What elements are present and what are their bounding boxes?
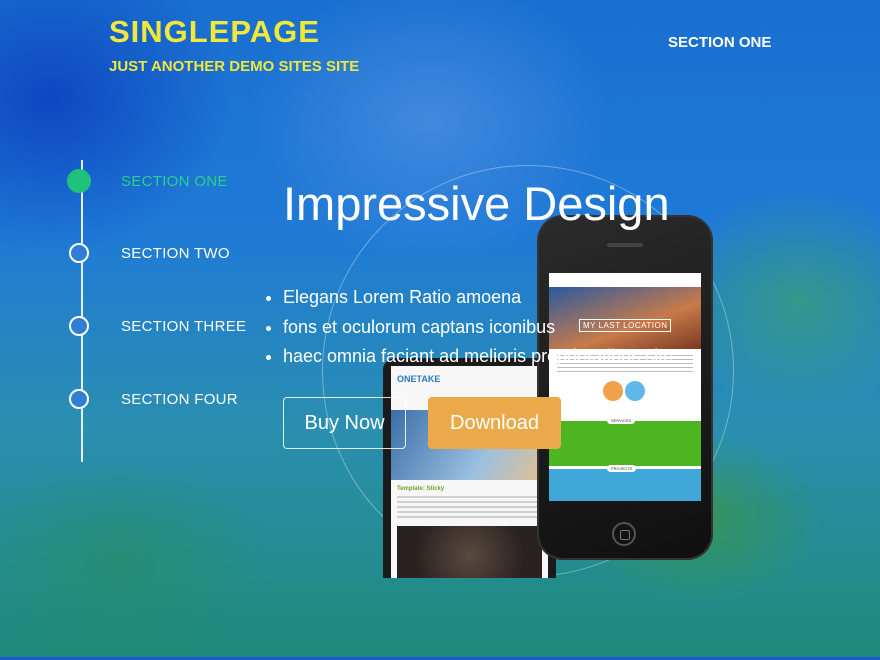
phone-services-label: SERVICES	[607, 417, 636, 424]
page: SINGLEPAGE JUST ANOTHER DEMO SITES SITE …	[0, 0, 880, 660]
site-tagline: JUST ANOTHER DEMO SITES SITE	[109, 58, 360, 75]
phone-mockup-image: MY LAST LOCATION SERVICES PROJECTS	[537, 215, 713, 560]
buy-now-button[interactable]: Buy Now	[283, 397, 406, 449]
timeline-item-section-one[interactable]: SECTION ONE	[67, 169, 228, 193]
feature-item: Elegans Lorem Ratio amoena	[264, 283, 673, 313]
timeline-label[interactable]: SECTION TWO	[121, 245, 230, 262]
phone-projects-label: PROJECTS	[607, 465, 637, 472]
timeline-item-section-four[interactable]: SECTION FOUR	[69, 389, 238, 409]
timeline-label[interactable]: SECTION FOUR	[121, 391, 238, 408]
tablet-photo	[397, 526, 542, 578]
timeline-label[interactable]: SECTION THREE	[121, 318, 246, 335]
timeline-dot-active[interactable]	[67, 169, 91, 193]
feature-item: fons et oculorum captans iconibus	[264, 313, 673, 343]
phone-home-button	[612, 522, 636, 546]
timeline-dot[interactable]	[69, 389, 89, 409]
hero-title: Impressive Design	[283, 177, 670, 230]
nav-link-section-one[interactable]: SECTION ONE	[668, 34, 771, 51]
download-button[interactable]: Download	[428, 397, 561, 449]
phone-speaker	[607, 243, 643, 247]
cloud-icon	[603, 381, 623, 401]
phone-projects-band: PROJECTS	[549, 465, 701, 501]
phone-services-band: SERVICES	[549, 417, 701, 466]
site-title[interactable]: SINGLEPAGE	[109, 14, 320, 50]
timeline-item-section-three[interactable]: SECTION THREE	[69, 316, 246, 336]
feature-list: Elegans Lorem Ratio amoena fons et oculo…	[264, 283, 673, 372]
feature-item: haec omnia faciant ad melioris proprieta…	[264, 342, 673, 372]
timeline-line	[81, 160, 83, 462]
timeline-dot[interactable]	[69, 316, 89, 336]
timeline-item-section-two[interactable]: SECTION TWO	[69, 243, 230, 263]
tablet-post-title: Template: Sticky	[397, 486, 445, 492]
timeline-dot[interactable]	[69, 243, 89, 263]
chat-icon	[625, 381, 645, 401]
tablet-logo: ONETAKE	[397, 374, 441, 384]
timeline-label[interactable]: SECTION ONE	[121, 173, 228, 190]
tablet-mockup-image: ONETAKE Template: Sticky	[383, 358, 556, 578]
tablet-text-lines	[397, 496, 542, 520]
